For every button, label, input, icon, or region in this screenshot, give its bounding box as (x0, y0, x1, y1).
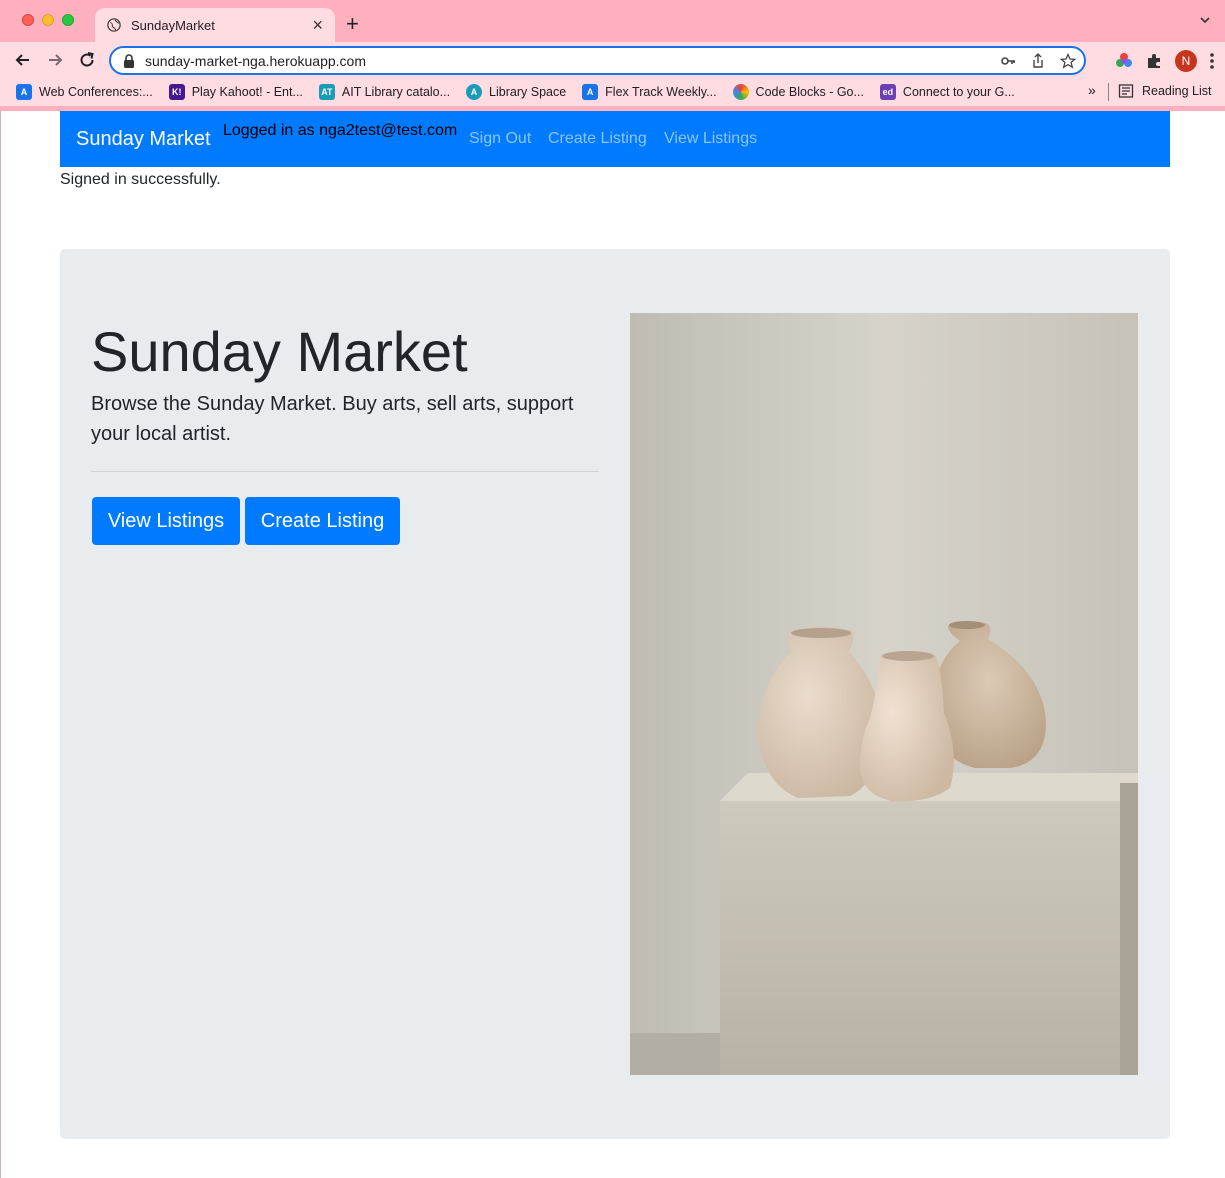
window-controls (22, 14, 74, 26)
reading-list-icon (1118, 84, 1134, 98)
web-page: Sunday Market Logged in as nga2test@test… (0, 111, 1225, 1178)
puzzle-extensions-icon[interactable] (1145, 52, 1163, 70)
bookmark-item[interactable]: ed Connect to your G... (879, 84, 1015, 100)
hero-lead-text: Browse the Sunday Market. Buy arts, sell… (91, 393, 574, 445)
browser-toolbar: sunday-market-nga.herokuapp.com N (0, 42, 1225, 78)
navbar: Sunday Market Logged in as nga2test@test… (60, 111, 1170, 167)
color-picker-extension-icon[interactable] (1115, 52, 1133, 70)
view-listings-button[interactable]: View Listings (92, 497, 240, 545)
share-icon[interactable] (1030, 53, 1046, 69)
extension-icons: N (1115, 50, 1215, 72)
bookmark-label: Code Blocks - Go... (755, 85, 864, 99)
bookmark-item[interactable]: AT AIT Library catalo... (318, 84, 451, 100)
bookmark-item[interactable]: Code Blocks - Go... (732, 84, 864, 100)
hero-vases-photo (630, 313, 1138, 1075)
ed-icon: ed (879, 84, 896, 100)
back-arrow-icon[interactable] (13, 50, 33, 70)
nav-link-view-listings[interactable]: View Listings (664, 130, 757, 148)
omnibox-actions (1000, 53, 1076, 69)
navbar-brand[interactable]: Sunday Market (76, 128, 211, 151)
bookmark-item[interactable]: K! Play Kahoot! - Ent... (168, 84, 303, 100)
maximize-window-button[interactable] (62, 14, 74, 26)
nav-link-sign-out[interactable]: Sign Out (469, 130, 531, 148)
chevron-down-icon[interactable] (1199, 14, 1211, 26)
bookmark-label: Connect to your G... (902, 85, 1015, 99)
ait-icon: A (582, 84, 599, 100)
close-window-button[interactable] (22, 14, 34, 26)
logged-in-status: Logged in as nga2test@test.com (223, 122, 458, 139)
bookmark-label: AIT Library catalo... (341, 85, 451, 99)
flash-notice: Signed in successfully. (60, 171, 221, 188)
bookmarks-bar: A Web Conferences:... K! Play Kahoot! - … (0, 78, 1225, 106)
bookmark-item[interactable]: A Flex Track Weekly... (582, 84, 717, 100)
browser-tab[interactable]: SundayMarket × (95, 8, 335, 42)
kebab-menu-icon[interactable] (1209, 52, 1215, 70)
minimize-window-button[interactable] (42, 14, 54, 26)
bookmark-label: Web Conferences:... (39, 85, 153, 99)
google-sites-icon (732, 84, 749, 100)
forward-arrow-icon[interactable] (45, 50, 65, 70)
bookmark-item[interactable]: A Web Conferences:... (16, 84, 153, 100)
hero-title: Sunday Market (91, 320, 468, 383)
address-bar[interactable]: sunday-market-nga.herokuapp.com (109, 46, 1086, 75)
close-tab-icon[interactable]: × (312, 16, 323, 34)
lock-icon[interactable] (123, 53, 135, 68)
kahoot-icon: K! (168, 84, 185, 100)
reload-icon[interactable] (77, 50, 97, 70)
star-icon[interactable] (1060, 53, 1076, 69)
more-bookmarks-button[interactable]: » (1088, 82, 1096, 98)
profile-avatar[interactable]: N (1175, 50, 1197, 72)
bookmark-item[interactable]: A Library Space (466, 84, 566, 100)
bookmarks-divider (1108, 83, 1109, 101)
tab-title: SundayMarket (131, 17, 215, 33)
hero-divider (91, 471, 599, 472)
create-listing-button[interactable]: Create Listing (245, 497, 400, 545)
nav-link-create-listing[interactable]: Create Listing (548, 130, 647, 148)
new-tab-button[interactable]: + (346, 12, 359, 36)
reading-list-button[interactable]: Reading List (1118, 83, 1212, 99)
ait-icon: A (466, 84, 483, 100)
reading-list-label: Reading List (1142, 84, 1212, 98)
ait-library-icon: AT (318, 84, 335, 100)
hero-jumbotron: Sunday Market Browse the Sunday Market. … (60, 249, 1170, 1139)
url-text: sunday-market-nga.herokuapp.com (145, 52, 367, 69)
bookmark-label: Play Kahoot! - Ent... (191, 85, 303, 99)
bookmark-label: Library Space (489, 85, 567, 99)
bookmark-label: Flex Track Weekly... (605, 85, 717, 99)
ait-icon: A (16, 84, 32, 100)
browser-chrome: SundayMarket × + sunday-market-nga.herok… (0, 0, 1225, 111)
key-icon[interactable] (1000, 53, 1016, 69)
vases-on-pedestal-image (630, 313, 1138, 1075)
globe-icon (107, 18, 121, 32)
